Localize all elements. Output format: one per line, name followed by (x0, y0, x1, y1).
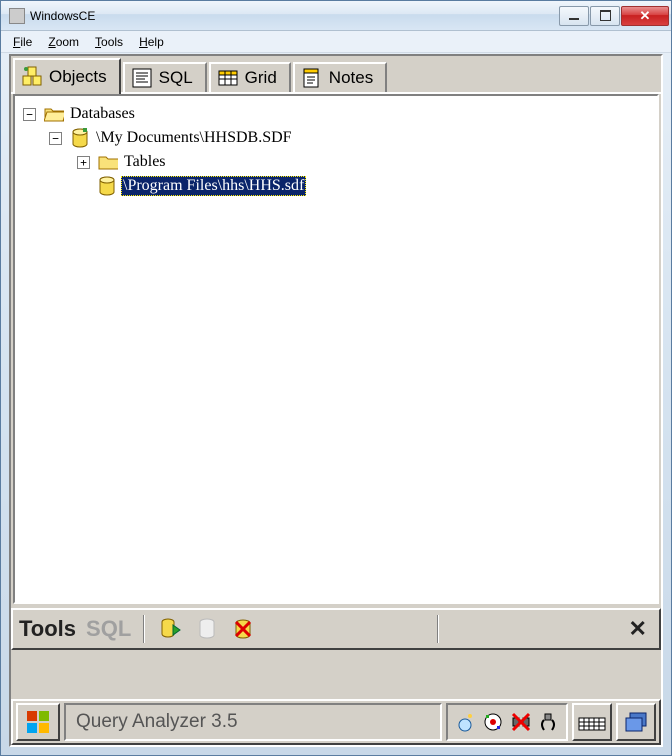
tab-objects[interactable]: Objects (13, 58, 121, 94)
separator (437, 615, 439, 643)
delete-button[interactable] (229, 615, 257, 643)
expander-plus-icon[interactable]: + (77, 156, 90, 169)
expander-minus-icon[interactable]: − (49, 132, 62, 145)
sql-icon (131, 67, 153, 89)
grid-icon (217, 67, 239, 89)
menu-zoom[interactable]: Zoom (41, 33, 86, 51)
close-button[interactable]: ✕ (621, 6, 669, 26)
expander-minus-icon[interactable]: − (23, 108, 36, 121)
tree-label: \My Documents\HHSDB.SDF (94, 128, 294, 148)
tree-node-db1[interactable]: − \My Documents\HHSDB.SDF (19, 126, 653, 150)
system-tray (446, 703, 568, 741)
database-icon (97, 177, 117, 195)
tab-grid-label: Grid (245, 68, 277, 88)
tree-panel: − Databases − \My Documents\HHSDB.SDF (13, 94, 659, 604)
tools-label: Tools (19, 616, 76, 642)
tree: − Databases − \My Documents\HHSDB.SDF (15, 96, 657, 204)
tab-notes-label: Notes (329, 68, 373, 88)
tab-grid[interactable]: Grid (209, 62, 291, 92)
tab-notes[interactable]: Notes (293, 62, 387, 92)
tree-label: Tables (122, 152, 168, 172)
network-icon[interactable] (454, 711, 476, 733)
tree-node-databases[interactable]: − Databases (19, 102, 653, 126)
app-icon (9, 8, 25, 24)
execute-button[interactable] (157, 615, 185, 643)
tree-label: Databases (68, 104, 137, 124)
titlebar[interactable]: WindowsCE ✕ (1, 1, 671, 31)
separator (143, 615, 145, 643)
tab-bar: Objects SQL Grid Notes (11, 56, 661, 94)
menu-tools[interactable]: Tools (88, 33, 130, 51)
sql-disabled-label: SQL (86, 616, 131, 642)
folder-icon (98, 153, 118, 171)
windows-button[interactable] (616, 703, 656, 741)
maximize-button[interactable] (590, 6, 620, 26)
menu-help[interactable]: Help (132, 33, 171, 51)
tree-node-db2[interactable]: \Program Files\hhs\HHS.sdf (19, 174, 653, 198)
power-icon[interactable] (538, 711, 560, 733)
objects-icon (21, 66, 43, 88)
tab-sql-label: SQL (159, 68, 193, 88)
tree-label-selected: \Program Files\hhs\HHS.sdf (121, 176, 306, 196)
database-icon (70, 129, 90, 147)
tools-close-button[interactable]: ✕ (623, 616, 653, 642)
taskbar-app[interactable]: Query Analyzer 3.5 (64, 703, 442, 741)
tools-strip: Tools SQL ✕ (11, 608, 661, 650)
tab-objects-label: Objects (49, 67, 107, 87)
start-button[interactable] (16, 703, 60, 741)
disconnected-icon[interactable] (510, 711, 532, 733)
app-area: Objects SQL Grid Notes (9, 54, 663, 747)
keyboard-button[interactable] (572, 703, 612, 741)
tab-sql[interactable]: SQL (123, 62, 207, 92)
notes-icon (301, 67, 323, 89)
menu-file[interactable]: File (6, 33, 39, 51)
tree-node-tables[interactable]: + Tables (19, 150, 653, 174)
database-disabled-button (193, 615, 221, 643)
window-frame: WindowsCE ✕ File Zoom Tools Help Objects (0, 0, 672, 756)
menu-bar: File Zoom Tools Help (1, 31, 671, 53)
settings-icon[interactable] (482, 711, 504, 733)
window-title: WindowsCE (30, 9, 558, 23)
minimize-button[interactable] (559, 6, 589, 26)
taskbar-app-label: Query Analyzer 3.5 (76, 711, 238, 733)
folder-open-icon (44, 105, 64, 123)
taskbar: Query Analyzer 3.5 (11, 699, 661, 745)
